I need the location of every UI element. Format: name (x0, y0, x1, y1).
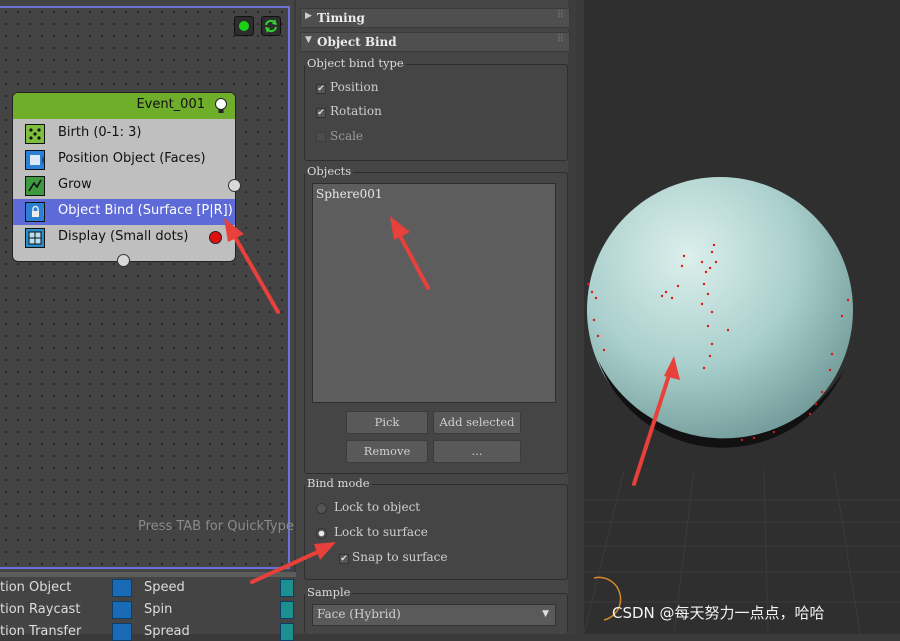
drag-handle-icon[interactable]: ⠿ (557, 34, 564, 45)
remove-button[interactable]: Remove (346, 440, 428, 463)
snap-to-surface-label: Snap to surface (352, 550, 448, 564)
lock-to-object-label: Lock to object (334, 500, 421, 514)
depot-divider[interactable] (0, 572, 296, 577)
snap-to-surface-checkbox[interactable]: ✔ (339, 554, 349, 564)
pick-button[interactable]: Pick (346, 411, 428, 434)
depot-item-speed[interactable]: Speed (144, 580, 185, 595)
add-selected-button[interactable]: Add selected (433, 411, 521, 434)
green-status-button[interactable] (234, 16, 254, 36)
graph-frame (0, 6, 290, 569)
group-title: Objects (305, 164, 354, 178)
birth-icon (25, 124, 45, 144)
objects-list[interactable]: Sphere001 (312, 183, 556, 403)
lock-to-object-radio[interactable] (316, 503, 327, 514)
expand-arrow-icon: ▶ (305, 11, 312, 21)
output-port[interactable] (228, 179, 241, 192)
quicktype-hint: Press TAB for QuickType (138, 519, 294, 534)
operator-object-bind[interactable]: Object Bind (Surface [P|R]) (13, 199, 235, 225)
display-icon (25, 228, 45, 248)
more-button[interactable]: ... (433, 440, 521, 463)
green-dot-icon (239, 21, 249, 31)
grow-icon (25, 176, 45, 196)
depot-item-spread[interactable]: Spread (144, 624, 190, 639)
position-label: Position (330, 80, 379, 94)
drag-handle-icon[interactable]: ⠿ (557, 10, 564, 21)
watermark: CSDN @每天努力一点点，哈哈 (612, 604, 825, 622)
operator-label: Grow (58, 177, 92, 192)
depot-item[interactable]: tion Object (0, 580, 71, 595)
lightbulb-icon[interactable] (213, 97, 229, 115)
rollout-title: Timing (317, 11, 365, 25)
rotation-label: Rotation (330, 104, 382, 118)
spin-icon (112, 601, 132, 619)
scale-checkbox[interactable] (316, 132, 326, 142)
event-header[interactable]: Event_001 (13, 93, 235, 119)
refresh-button[interactable] (261, 16, 281, 36)
depot-item[interactable]: tion Raycast (0, 602, 80, 617)
operator-label: Object Bind (Surface [P|R]) (58, 203, 233, 218)
refresh-icon (265, 19, 277, 33)
panel-scrollbar[interactable] (568, 0, 576, 634)
operator-display[interactable]: Display (Small dots) (13, 225, 235, 251)
rotation-checkbox[interactable]: ✔ (316, 108, 326, 118)
operator-icon (280, 601, 294, 619)
lock-to-surface-label: Lock to surface (334, 525, 428, 539)
viewport-scene (584, 177, 900, 634)
depot-item[interactable]: tion Transfer (0, 624, 81, 639)
operator-birth[interactable]: Birth (0-1: 3) (13, 121, 235, 147)
sample-dropdown[interactable]: Face (Hybrid) ▼ (312, 604, 556, 626)
operator-icon (280, 579, 294, 597)
collapse-arrow-icon: ▼ (305, 35, 312, 45)
group-title: Object bind type (305, 56, 406, 70)
group-title: Sample (305, 585, 353, 599)
operator-label: Display (Small dots) (58, 229, 189, 244)
sample-dropdown-value: Face (Hybrid) (317, 607, 401, 621)
rollout-title: Object Bind (317, 35, 397, 49)
rollout-timing-header[interactable]: ▶ Timing ⠿ (300, 8, 570, 28)
chevron-down-icon: ▼ (542, 609, 549, 619)
speed-icon (112, 579, 132, 597)
spread-icon (112, 623, 132, 641)
depot-item-spin[interactable]: Spin (144, 602, 172, 617)
event-node[interactable]: Event_001 Birth (0-1: 3) Position Object… (12, 92, 241, 267)
operator-label: Birth (0-1: 3) (58, 125, 142, 140)
object-bind-icon (25, 202, 47, 222)
group-title: Bind mode (305, 476, 372, 490)
input-port[interactable] (117, 254, 130, 267)
position-checkbox[interactable]: ✔ (316, 84, 326, 94)
operator-position-object[interactable]: Position Object (Faces) (13, 147, 235, 173)
object-list-item[interactable]: Sphere001 (316, 187, 382, 201)
operator-grow[interactable]: Grow (13, 173, 241, 199)
3d-viewport[interactable] (584, 0, 900, 634)
event-title: Event_001 (136, 97, 205, 112)
display-color-swatch[interactable] (209, 231, 222, 244)
lock-to-surface-radio[interactable] (316, 528, 327, 539)
rollout-object-bind-header[interactable]: ▼ Object Bind ⠿ (300, 32, 570, 52)
position-object-icon (25, 150, 46, 170)
scale-label: Scale (330, 129, 364, 143)
operator-icon (280, 623, 294, 641)
operator-label: Position Object (Faces) (58, 151, 206, 166)
